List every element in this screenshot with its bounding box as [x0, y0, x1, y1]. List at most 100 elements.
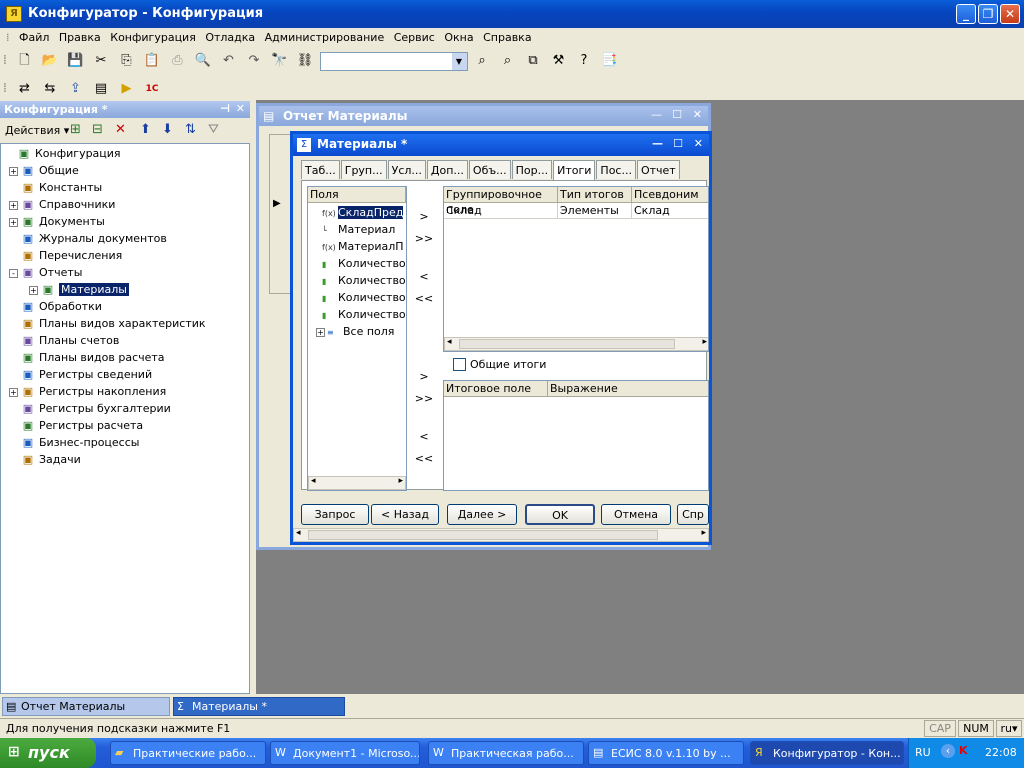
pin-icon[interactable]: ⊣: [220, 102, 230, 115]
binoculars-icon[interactable]: ⛓: [295, 51, 315, 71]
field-item[interactable]: f(x) МатериалП: [322, 238, 406, 255]
scroll-right-icon[interactable]: ▸: [398, 476, 403, 486]
doc-tab-report[interactable]: ▤ Отчет Материалы: [2, 697, 170, 716]
syntax-helper-icon[interactable]: 📑: [600, 51, 620, 71]
cut-icon[interactable]: ✂: [91, 51, 111, 71]
menu-windows[interactable]: Окна: [441, 28, 476, 47]
doc-tab-materials[interactable]: Σ Материалы *: [173, 697, 345, 716]
expand-toggle-icon[interactable]: +: [316, 327, 325, 337]
remove-all-group-button[interactable]: <<: [413, 290, 435, 308]
dialog-tab[interactable]: Усл...: [387, 160, 426, 179]
next-button[interactable]: Далее >: [447, 504, 517, 525]
redo-icon[interactable]: ↷: [244, 51, 264, 71]
expand-toggle-icon[interactable]: -: [9, 268, 18, 278]
undo-icon[interactable]: ↶: [219, 51, 239, 71]
tree-item[interactable]: ▣ Обработки: [9, 298, 102, 315]
chevron-down-icon[interactable]: ▼: [451, 53, 467, 70]
menu-debug[interactable]: Отладка: [202, 28, 258, 47]
report-close-icon[interactable]: ✕: [693, 108, 702, 121]
run-debug-icon[interactable]: ▶: [117, 79, 137, 99]
dialog-hscrollbar[interactable]: ◂ ▸: [293, 528, 709, 542]
add-total-button[interactable]: >: [413, 368, 435, 386]
scroll-right-icon[interactable]: ▸: [701, 528, 706, 538]
properties-icon[interactable]: ▤: [91, 79, 111, 99]
back-button[interactable]: < Назад: [371, 504, 439, 525]
table-cell[interactable]: Элементы: [558, 203, 632, 219]
paste-icon[interactable]: 📋: [142, 51, 162, 71]
expand-toggle-icon[interactable]: +: [9, 217, 18, 227]
report-maximize-icon[interactable]: ☐: [672, 108, 682, 121]
task-word-doc1[interactable]: W Документ1 - Microso...: [270, 741, 420, 765]
update-db-icon[interactable]: ⇪: [66, 79, 86, 99]
copy-icon[interactable]: ⎘: [117, 51, 137, 71]
field-item[interactable]: ▮ Количество: [322, 255, 406, 272]
remove-all-total-button[interactable]: <<: [413, 450, 435, 468]
field-item[interactable]: ▮ Количество: [322, 272, 406, 289]
tree-item[interactable]: ▣ Регистры расчета: [9, 417, 143, 434]
dialog-tab[interactable]: Груп...: [340, 160, 387, 179]
tree-item[interactable]: ▣ Конфигурация: [5, 145, 121, 162]
help-search-icon[interactable]: ?: [574, 51, 594, 71]
wizard-icon[interactable]: ⚒: [549, 51, 569, 71]
print-icon[interactable]: ⎙: [168, 51, 188, 71]
move-up-icon[interactable]: ⬆: [140, 122, 151, 137]
add-all-group-button[interactable]: >>: [413, 230, 435, 248]
add-icon[interactable]: ⊞: [70, 122, 81, 137]
dialog-minimize-icon[interactable]: —: [652, 137, 663, 150]
add-child-icon[interactable]: ⊟: [92, 122, 103, 137]
find-icon[interactable]: 🔭: [270, 51, 290, 71]
menu-administration[interactable]: Администрирование: [262, 28, 388, 47]
table-cell[interactable]: Склад: [444, 203, 558, 219]
tree-item[interactable]: - ▣ Отчеты: [9, 264, 82, 281]
compare-config-icon[interactable]: ⇄: [15, 79, 35, 99]
load-config-icon[interactable]: ⇆: [40, 79, 60, 99]
tree-item[interactable]: + ▣ Документы: [9, 213, 105, 230]
cancel-button[interactable]: Отмена: [601, 504, 671, 525]
expand-toggle-icon[interactable]: +: [9, 166, 18, 176]
tree-item[interactable]: + ▣ Регистры накопления: [9, 383, 166, 400]
tree-item[interactable]: + ▣ Справочники: [9, 196, 115, 213]
menu-configuration[interactable]: Конфигурация: [107, 28, 199, 47]
dialog-tab[interactable]: Пос...: [596, 160, 636, 179]
query-button[interactable]: Запрос: [301, 504, 369, 525]
close-button[interactable]: ✕: [1000, 4, 1020, 24]
add-all-total-button[interactable]: >>: [413, 390, 435, 408]
task-esis[interactable]: ▤ ЕСИС 8.0 v.1.10 by ...: [588, 741, 744, 765]
table-cell[interactable]: Склад: [632, 203, 708, 219]
tree-item[interactable]: + ▣ Общие: [9, 162, 79, 179]
menu-help[interactable]: Справка: [480, 28, 534, 47]
field-item[interactable]: └ Материал: [322, 221, 406, 238]
tree-item[interactable]: ▣ Планы счетов: [9, 332, 120, 349]
tree-item[interactable]: ▣ Бизнес-процессы: [9, 434, 140, 451]
expand-toggle-icon[interactable]: +: [29, 285, 38, 295]
expand-toggle-icon[interactable]: +: [9, 200, 18, 210]
scroll-thumb[interactable]: [308, 530, 658, 540]
common-totals-checkbox[interactable]: [453, 358, 466, 371]
kaspersky-icon[interactable]: K: [959, 744, 968, 757]
maximize-button[interactable]: ❐: [978, 4, 998, 24]
field-item[interactable]: ▮ Количество: [322, 289, 406, 306]
start-button[interactable]: ⊞ пуск: [0, 738, 96, 768]
menu-file[interactable]: Файл: [16, 28, 52, 47]
dialog-tab[interactable]: Доп...: [426, 160, 468, 179]
help-button[interactable]: Спр: [677, 504, 709, 525]
minimize-button[interactable]: _: [956, 4, 976, 24]
find-next-icon[interactable]: ⌕: [472, 51, 492, 71]
preview-icon[interactable]: 🔍: [193, 51, 213, 71]
task-configurator[interactable]: Я Конфигуратор - Кон...: [750, 741, 904, 765]
dialog-tab[interactable]: Итоги: [553, 160, 596, 181]
menu-service[interactable]: Сервис: [391, 28, 438, 47]
scroll-thumb[interactable]: [459, 339, 675, 349]
dialog-tab[interactable]: Пор...: [511, 160, 553, 179]
field-item[interactable]: f(x) СкладПред: [322, 204, 406, 221]
expand-toggle-icon[interactable]: +: [9, 387, 18, 397]
tray-lang[interactable]: RU: [915, 746, 931, 759]
remove-total-button[interactable]: <: [413, 428, 435, 446]
scroll-left-icon[interactable]: ◂: [296, 528, 301, 538]
menu-edit[interactable]: Правка: [56, 28, 104, 47]
new-file-icon[interactable]: 🗋: [15, 51, 35, 71]
dialog-close-icon[interactable]: ✕: [694, 137, 703, 150]
delete-icon[interactable]: ✕: [115, 122, 126, 137]
tree-item[interactable]: ▣ Планы видов характеристик: [9, 315, 206, 332]
add-group-button[interactable]: >: [413, 208, 435, 226]
